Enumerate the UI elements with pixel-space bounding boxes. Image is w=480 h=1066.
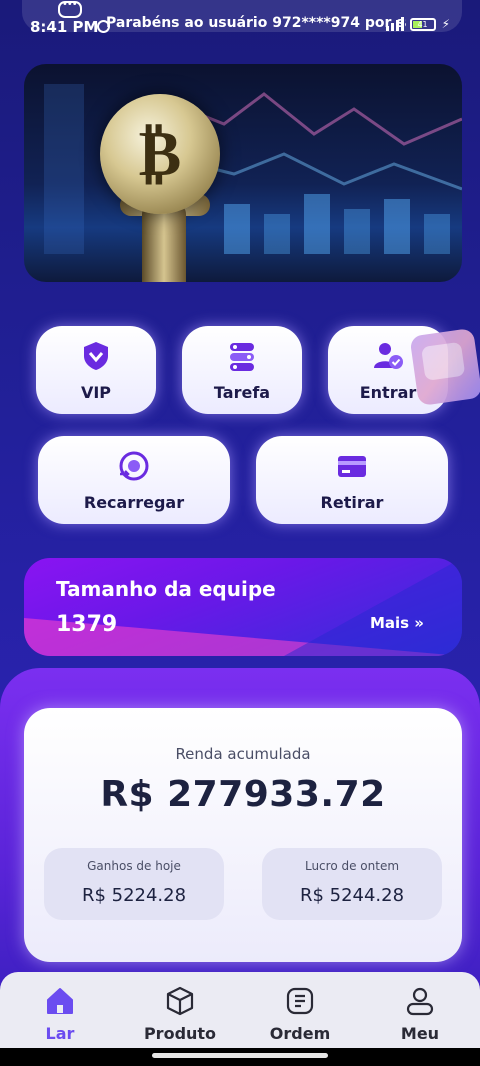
yesterday-profit-value: R$ 5244.28 [299,885,405,906]
status-indicators: 41 ⚡ [385,17,450,31]
nav-home[interactable]: Lar [0,972,120,1048]
recharge-icon [119,451,149,481]
bottom-navigation: Lar Produto Ordem Meu [0,972,480,1048]
user-check-icon [374,343,403,369]
nav-product[interactable]: Produto [120,972,240,1048]
nav-home-label: Lar [45,1024,75,1043]
tarefa-button[interactable]: Tarefa [182,326,302,414]
status-bar: 8:41 PM Parabéns ao usuário 972****974 p… [0,0,480,52]
home-gesture-bar[interactable] [152,1053,328,1058]
today-earnings-box: Ganhos de hoje R$ 5224.28 [44,848,224,920]
cube-icon [166,986,194,1016]
nav-order-label: Ordem [269,1024,331,1043]
today-earnings-value: R$ 5224.28 [81,885,187,906]
user-icon [406,987,434,1016]
floating-promo-icon[interactable] [409,327,480,407]
order-list-icon [286,987,314,1015]
gesture-area [0,1048,480,1066]
team-card-decoration [24,558,462,656]
today-earnings-label: Ganhos de hoje [87,859,181,873]
card-icon [338,456,366,477]
recarregar-label: Recarregar [83,493,185,512]
bitcoin-coin-icon: ₿ [100,94,220,214]
yesterday-profit-label: Lucro de ontem [304,859,400,873]
team-more-label: Mais [369,614,410,632]
notice-text: Parabéns ao usuário 972****974 por sacar [106,15,406,31]
battery-icon: 41 [409,17,436,31]
team-size-card[interactable]: Tamanho da equipe 1379 Mais » [24,558,462,656]
accumulated-income-label: Renda acumulada [175,745,311,763]
yesterday-profit-box: Lucro de ontem R$ 5244.28 [262,848,442,920]
double-chevron-right-icon: » [414,614,424,632]
chart-background-graphic [44,84,462,254]
status-time: 8:41 PM [30,18,99,36]
charging-icon: ⚡ [441,17,450,31]
recarregar-button[interactable]: Recarregar [38,436,230,524]
bitcoin-banner[interactable]: ₿ [24,64,462,282]
nav-product-label: Produto [143,1024,217,1043]
nav-me-label: Meu [400,1024,440,1043]
battery-level: 41 [417,19,428,29]
retirar-label: Retirar [320,493,384,512]
app-screen: 8:41 PM Parabéns ao usuário 972****974 p… [0,0,480,1066]
team-more-link[interactable]: Mais » [370,614,424,632]
chat-icon [58,0,82,18]
nav-order[interactable]: Ordem [240,972,360,1048]
tarefa-label: Tarefa [213,383,271,402]
signal-icon [385,17,404,31]
vip-shield-icon [84,342,108,370]
retirar-button[interactable]: Retirar [256,436,448,524]
home-icon [47,988,73,1014]
accumulated-income-value: R$ 277933.72 [100,774,386,815]
coin-stand [142,204,186,282]
nav-me[interactable]: Meu [360,972,480,1048]
income-summary-card: Renda acumulada R$ 277933.72 Ganhos de h… [24,708,462,962]
task-list-icon [230,343,254,371]
team-count: 1379 [56,612,118,637]
team-title: Tamanho da equipe [56,577,276,601]
vip-label: VIP [80,383,112,402]
vip-button[interactable]: VIP [36,326,156,414]
